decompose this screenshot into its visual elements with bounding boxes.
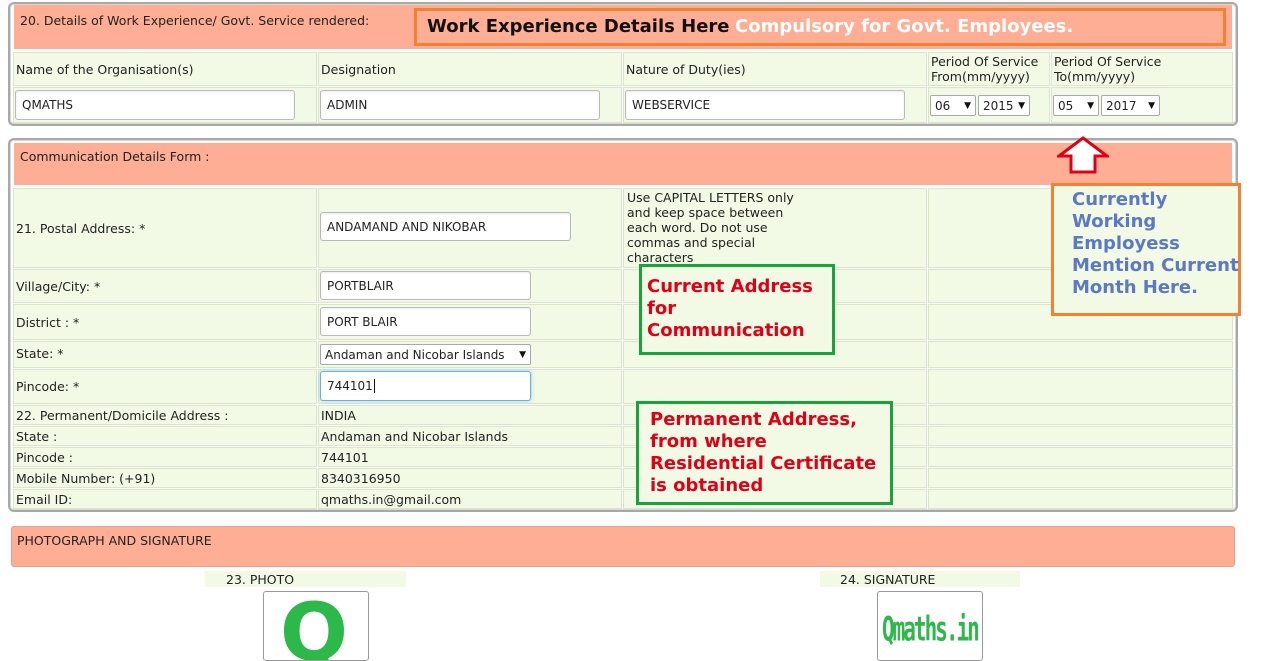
to-year-value: 2017: [1106, 98, 1137, 113]
communication-title: Communication Details Form :: [20, 149, 210, 164]
perm-value: INDIA: [321, 408, 356, 423]
pincode-label-cell: Pincode: *: [13, 369, 317, 404]
designation-input[interactable]: ADMIN: [320, 90, 600, 120]
permanent-address-annotation-text: Permanent Address, from where Residentia…: [650, 409, 877, 496]
village-city-input[interactable]: PORTBLAIR: [320, 271, 531, 300]
col-to-label: Period Of Service To(mm/yyyy): [1054, 54, 1162, 84]
perm-state-value-cell: Andaman and Nicobar Islands: [318, 426, 622, 446]
currently-working-annotation: Currently Working Employess Mention Curr…: [1051, 183, 1241, 316]
col-organisation-label: Name of the Organisation(s): [16, 62, 194, 77]
perm-pin-value-cell: 744101: [318, 447, 622, 467]
chevron-down-icon: ▼: [519, 349, 526, 360]
perm-pin-label-cell: Pincode :: [13, 447, 317, 467]
from-month-select[interactable]: 06 ▼: [930, 95, 976, 116]
permanent-address-annotation: Permanent Address, from where Residentia…: [636, 401, 893, 505]
mobile-value: 8340316950: [321, 471, 401, 486]
pincode-input[interactable]: 744101: [320, 371, 531, 401]
perm-pin-value: 744101: [321, 450, 369, 465]
from-year-value: 2015: [983, 98, 1014, 113]
mobile-label: Mobile Number: (+91): [16, 471, 156, 486]
district-label: District : *: [16, 315, 80, 330]
col-designation: Designation: [318, 52, 622, 86]
perm-label-cell: 22. Permanent/Domicile Address :: [13, 405, 317, 425]
banner-light-text: Compulsory for Govt. Employees.: [735, 16, 1074, 37]
email-label: Email ID:: [16, 492, 73, 507]
from-year-select[interactable]: 2015 ▼: [978, 95, 1030, 116]
work-experience-banner: Work Experience Details Here Compulsory …: [414, 8, 1226, 46]
organisation-input[interactable]: QMATHS: [15, 90, 295, 120]
village-label: Village/City: *: [16, 279, 101, 294]
perm-state-label: State :: [16, 429, 58, 444]
signature-label: 24. SIGNATURE: [840, 572, 936, 587]
email-value-cell: qmaths.in@gmail.com: [318, 489, 622, 509]
postal-note: Use CAPITAL LETTERS only and keep space …: [627, 190, 794, 265]
mobile-value-cell: 8340316950: [318, 468, 622, 488]
duty-input[interactable]: WEBSERVICE: [625, 90, 905, 120]
village-label-cell: Village/City: *: [13, 269, 317, 303]
photo-signature-header: PHOTOGRAPH AND SIGNATURE: [11, 526, 1235, 567]
pincode-note-cell: [623, 369, 927, 404]
postal-note-cell: Use CAPITAL LETTERS only and keep space …: [623, 188, 927, 268]
chevron-down-icon: ▼: [1087, 100, 1094, 111]
mobile-extra-cell: [928, 468, 1233, 488]
signature-text: Qmaths.in: [882, 610, 980, 649]
perm-state-label-cell: State :: [13, 426, 317, 446]
currently-working-annotation-text: Currently Working Employess Mention Curr…: [1072, 189, 1239, 298]
photo-signature-title: PHOTOGRAPH AND SIGNATURE: [17, 533, 212, 548]
perm-extra-cell: [928, 405, 1233, 425]
text-cursor: [373, 379, 375, 393]
mobile-label-cell: Mobile Number: (+91): [13, 468, 317, 488]
postal-address-input[interactable]: ANDAMAND AND NIKOBAR: [320, 212, 571, 241]
perm-state-extra-cell: [928, 426, 1233, 446]
communication-header: Communication Details Form :: [14, 143, 1232, 185]
perm-state-value: Andaman and Nicobar Islands: [321, 429, 509, 444]
email-extra-cell: [928, 489, 1233, 509]
photo-image[interactable]: Q: [263, 591, 369, 661]
pincode-label: Pincode: *: [16, 379, 80, 394]
chevron-down-icon: ▼: [1148, 100, 1155, 111]
photo-label: 23. PHOTO: [226, 572, 295, 587]
col-from: Period Of Service From(mm/yyyy): [928, 52, 1050, 86]
col-designation-label: Designation: [321, 62, 396, 77]
current-address-annotation-text: Current Address for Communication: [647, 276, 813, 341]
perm-label: 22. Permanent/Domicile Address :: [16, 408, 229, 423]
signature-image[interactable]: Qmaths.in: [877, 591, 983, 661]
col-duty: Nature of Duty(ies): [623, 52, 927, 86]
signature-label-cell: 24. SIGNATURE: [820, 571, 1020, 587]
email-label-cell: Email ID:: [13, 489, 317, 509]
col-to: Period Of Service To(mm/yyyy): [1051, 52, 1233, 86]
pincode-extra-cell: [928, 369, 1233, 404]
email-value: qmaths.in@gmail.com: [321, 492, 462, 507]
postal-label-cell: 21. Postal Address: *: [13, 188, 317, 268]
col-duty-label: Nature of Duty(ies): [626, 62, 746, 77]
work-experience-title: 20. Details of Work Experience/ Govt. Se…: [20, 13, 370, 28]
chevron-down-icon: ▼: [964, 100, 971, 111]
to-year-select[interactable]: 2017 ▼: [1101, 95, 1160, 116]
district-label-cell: District : *: [13, 304, 317, 340]
perm-pin-label: Pincode :: [16, 450, 73, 465]
state-extra-cell: [928, 341, 1233, 368]
to-month-value: 05: [1058, 98, 1074, 113]
chevron-down-icon: ▼: [1018, 100, 1025, 111]
col-from-label: Period Of Service From(mm/yyyy): [931, 54, 1039, 84]
postal-label: 21. Postal Address: *: [16, 221, 146, 236]
from-month-value: 06: [935, 98, 951, 113]
perm-value-cell: INDIA: [318, 405, 622, 425]
state-label: State: *: [16, 346, 64, 361]
current-address-annotation: Current Address for Communication: [639, 264, 835, 355]
to-month-select[interactable]: 05 ▼: [1053, 95, 1099, 116]
banner-bold-text: Work Experience Details Here: [427, 16, 730, 37]
district-input[interactable]: PORT BLAIR: [320, 307, 531, 336]
perm-pin-extra-cell: [928, 447, 1233, 467]
photo-logo-q: Q: [280, 591, 349, 661]
photo-label-cell: 23. PHOTO: [205, 571, 406, 587]
col-organisation: Name of the Organisation(s): [13, 52, 317, 86]
pincode-value: 744101: [327, 379, 373, 393]
state-select-value: Andaman and Nicobar Islands: [325, 347, 505, 362]
state-select[interactable]: Andaman and Nicobar Islands ▼: [320, 344, 531, 365]
state-label-cell: State: *: [13, 341, 317, 368]
arrow-up-icon: [1057, 136, 1109, 174]
